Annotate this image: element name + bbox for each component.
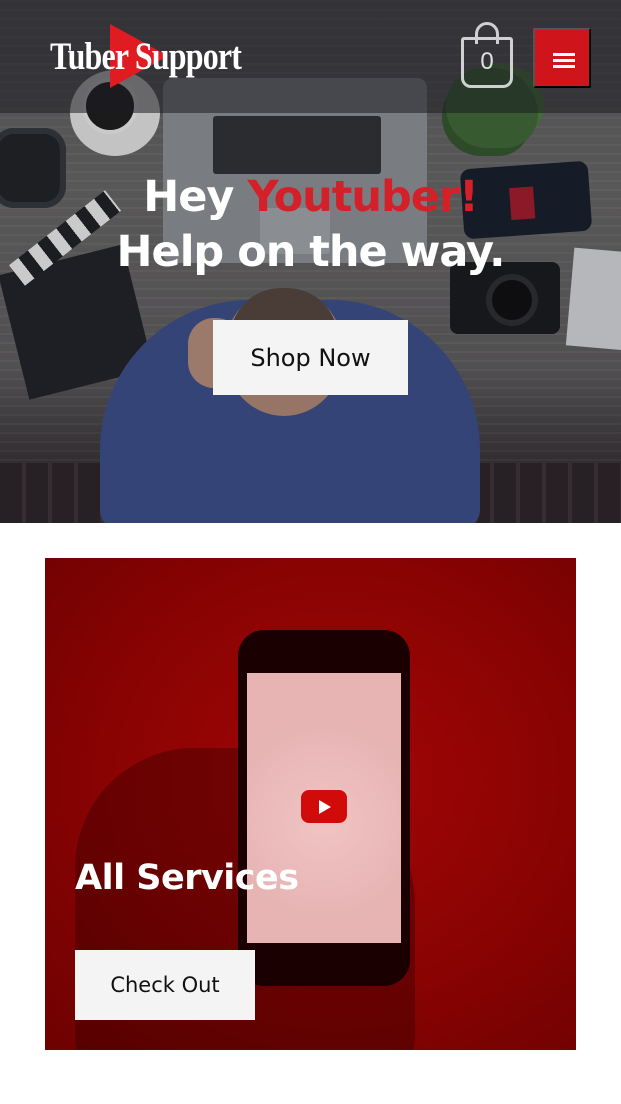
hero-title-prefix: Hey [143, 172, 248, 222]
youtube-play-icon [301, 790, 347, 823]
hamburger-icon [553, 53, 575, 56]
hero-banner: Tuber Support 0 Hey Youtuber! Help on th… [0, 0, 621, 523]
hero-title-accent: Youtuber! [247, 172, 478, 222]
hero-title: Hey Youtuber! Help on the way. [0, 170, 621, 280]
services-card: All Services Check Out [45, 558, 576, 1050]
shop-now-button[interactable]: Shop Now [213, 320, 408, 395]
cart-button[interactable]: 0 [461, 22, 513, 88]
logo-text: Tuber Support [50, 35, 242, 78]
check-out-button[interactable]: Check Out [75, 950, 255, 1020]
menu-toggle-button[interactable] [533, 28, 591, 88]
services-title: All Services [75, 858, 299, 898]
cart-count: 0 [480, 48, 494, 75]
hero-title-line2: Help on the way. [116, 227, 506, 277]
site-logo[interactable]: Tuber Support [50, 22, 242, 90]
